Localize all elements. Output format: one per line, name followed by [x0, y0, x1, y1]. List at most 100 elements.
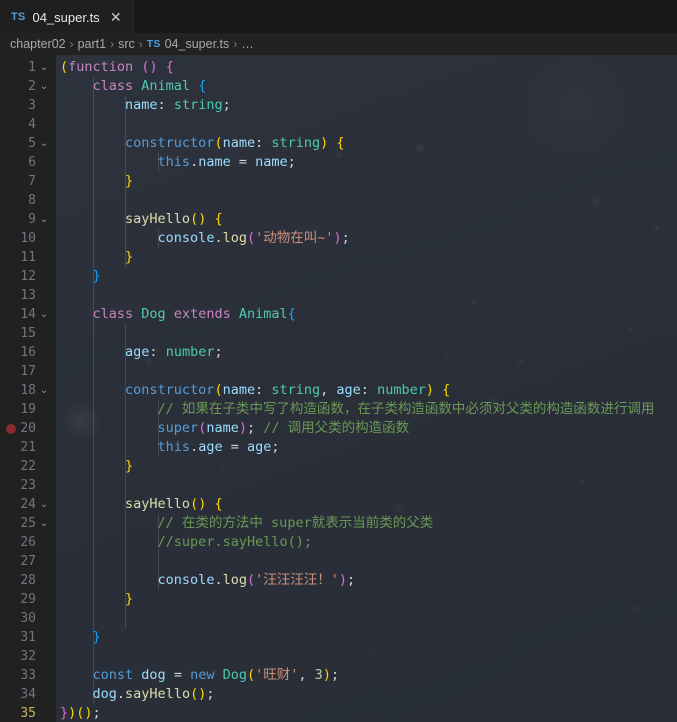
- code-editor[interactable]: 1⌄2⌄3⌄4⌄5⌄6⌄7⌄8⌄9⌄10⌄11⌄12⌄13⌄14⌄15⌄16⌄1…: [0, 55, 677, 722]
- code-line[interactable]: [56, 324, 677, 343]
- gutter-row[interactable]: 1 ⌄: [0, 58, 56, 77]
- gutter-row[interactable]: 8⌄: [0, 191, 56, 210]
- gutter-row[interactable]: 22⌄: [0, 457, 56, 476]
- code-line[interactable]: age: number;: [56, 343, 677, 362]
- indent-guide: [92, 381, 94, 400]
- breadcrumb-item-symbol-ellipsis[interactable]: …: [241, 37, 254, 51]
- gutter-row[interactable]: 15⌄: [0, 324, 56, 343]
- code-line[interactable]: sayHello() {: [56, 210, 677, 229]
- code-line[interactable]: })();: [56, 704, 677, 722]
- gutter-row[interactable]: 33⌄: [0, 666, 56, 685]
- gutter-row[interactable]: 28⌄: [0, 571, 56, 590]
- gutter-row[interactable]: 9 ⌄: [0, 210, 56, 229]
- code-line[interactable]: [56, 362, 677, 381]
- code-line[interactable]: console.log('动物在叫~');: [56, 229, 677, 248]
- code-line[interactable]: dog.sayHello();: [56, 685, 677, 704]
- gutter-row[interactable]: 23⌄: [0, 476, 56, 495]
- code-line[interactable]: name: string;: [56, 96, 677, 115]
- gutter-row[interactable]: 31⌄: [0, 628, 56, 647]
- code-line[interactable]: constructor(name: string) {: [56, 134, 677, 153]
- gutter-row[interactable]: 3⌄: [0, 96, 56, 115]
- gutter-row[interactable]: 27⌄: [0, 552, 56, 571]
- chevron-down-icon[interactable]: ⌄: [36, 138, 52, 149]
- breakpoint-icon[interactable]: [6, 423, 16, 434]
- code-line[interactable]: // 在类的方法中 super就表示当前类的父类: [56, 514, 677, 533]
- code-token: 3: [314, 667, 323, 683]
- code-line[interactable]: (function () {: [56, 58, 677, 77]
- gutter-row[interactable]: 12⌄: [0, 267, 56, 286]
- code-line[interactable]: }: [56, 628, 677, 647]
- editor-tab-04-super-ts[interactable]: TS 04_super.ts ✕: [0, 0, 134, 33]
- breadcrumb-item-src[interactable]: src: [118, 37, 135, 51]
- chevron-down-icon[interactable]: ⌄: [36, 518, 52, 529]
- gutter-row[interactable]: 24 ⌄: [0, 495, 56, 514]
- code-line[interactable]: // 如果在子类中写了构造函数，在子类构造函数中必须对父类的构造函数进行调用: [56, 400, 677, 419]
- gutter-row[interactable]: 17⌄: [0, 362, 56, 381]
- gutter-row[interactable]: 10⌄: [0, 229, 56, 248]
- code-line[interactable]: super(name); // 调用父类的构造函数: [56, 419, 677, 438]
- code-line[interactable]: [56, 647, 677, 666]
- line-number: 8: [28, 193, 36, 208]
- gutter-row[interactable]: 21⌄: [0, 438, 56, 457]
- gutter-row[interactable]: 26⌄: [0, 533, 56, 552]
- code-content[interactable]: (function () { class Animal { name: stri…: [56, 55, 677, 722]
- gutter-row[interactable]: 34⌄: [0, 685, 56, 704]
- gutter-row[interactable]: 18 ⌄: [0, 381, 56, 400]
- code-line[interactable]: }: [56, 248, 677, 267]
- code-line[interactable]: sayHello() {: [56, 495, 677, 514]
- code-token: this: [157, 439, 191, 455]
- gutter-row[interactable]: 19⌄: [0, 400, 56, 419]
- chevron-down-icon[interactable]: ⌄: [36, 81, 52, 92]
- gutter-row[interactable]: 32⌄: [0, 647, 56, 666]
- breadcrumb-item-chapter02[interactable]: chapter02: [10, 37, 66, 51]
- gutter-row[interactable]: 5 ⌄: [0, 134, 56, 153]
- code-token: }: [125, 458, 134, 474]
- code-line[interactable]: this.age = age;: [56, 438, 677, 457]
- chevron-down-icon[interactable]: ⌄: [36, 499, 52, 510]
- breadcrumb-item-part1[interactable]: part1: [78, 37, 107, 51]
- chevron-down-icon[interactable]: ⌄: [36, 62, 52, 73]
- gutter-row[interactable]: 29⌄: [0, 590, 56, 609]
- gutter-row[interactable]: 11⌄: [0, 248, 56, 267]
- close-icon[interactable]: ✕: [109, 10, 123, 24]
- line-number-gutter[interactable]: 1⌄2⌄3⌄4⌄5⌄6⌄7⌄8⌄9⌄10⌄11⌄12⌄13⌄14⌄15⌄16⌄1…: [0, 55, 56, 722]
- code-line[interactable]: const dog = new Dog('旺财', 3);: [56, 666, 677, 685]
- code-line[interactable]: constructor(name: string, age: number) {: [56, 381, 677, 400]
- code-line[interactable]: this.name = name;: [56, 153, 677, 172]
- code-line[interactable]: class Animal {: [56, 77, 677, 96]
- code-line[interactable]: }: [56, 590, 677, 609]
- code-token: //super.sayHello();: [157, 534, 312, 550]
- gutter-row[interactable]: 6⌄: [0, 153, 56, 172]
- code-line[interactable]: }: [56, 267, 677, 286]
- line-number: 34: [20, 687, 36, 702]
- gutter-row[interactable]: 4⌄: [0, 115, 56, 134]
- code-line[interactable]: [56, 609, 677, 628]
- chevron-down-icon[interactable]: ⌄: [36, 309, 52, 320]
- code-line[interactable]: [56, 552, 677, 571]
- gutter-row[interactable]: 2 ⌄: [0, 77, 56, 96]
- gutter-row[interactable]: 16⌄: [0, 343, 56, 362]
- code-line[interactable]: //super.sayHello();: [56, 533, 677, 552]
- gutter-row[interactable]: 30⌄: [0, 609, 56, 628]
- chevron-down-icon[interactable]: ⌄: [36, 214, 52, 225]
- gutter-row[interactable]: 7⌄: [0, 172, 56, 191]
- code-line[interactable]: [56, 191, 677, 210]
- code-line[interactable]: [56, 115, 677, 134]
- code-line[interactable]: [56, 286, 677, 305]
- gutter-row[interactable]: 35⌄: [0, 704, 56, 722]
- chevron-down-icon[interactable]: ⌄: [36, 385, 52, 396]
- code-line[interactable]: console.log('汪汪汪汪！');: [56, 571, 677, 590]
- gutter-row[interactable]: 25 ⌄: [0, 514, 56, 533]
- gutter-row[interactable]: 20⌄: [0, 419, 56, 438]
- code-line[interactable]: }: [56, 172, 677, 191]
- indent-guide: [92, 305, 94, 324]
- line-number: 7: [28, 174, 36, 189]
- code-line[interactable]: [56, 476, 677, 495]
- gutter-row[interactable]: 14 ⌄: [0, 305, 56, 324]
- code-line[interactable]: }: [56, 457, 677, 476]
- code-line[interactable]: class Dog extends Animal{: [56, 305, 677, 324]
- gutter-row[interactable]: 13⌄: [0, 286, 56, 305]
- line-number: 1: [28, 60, 36, 75]
- breadcrumb-item-file[interactable]: 04_super.ts: [165, 37, 230, 51]
